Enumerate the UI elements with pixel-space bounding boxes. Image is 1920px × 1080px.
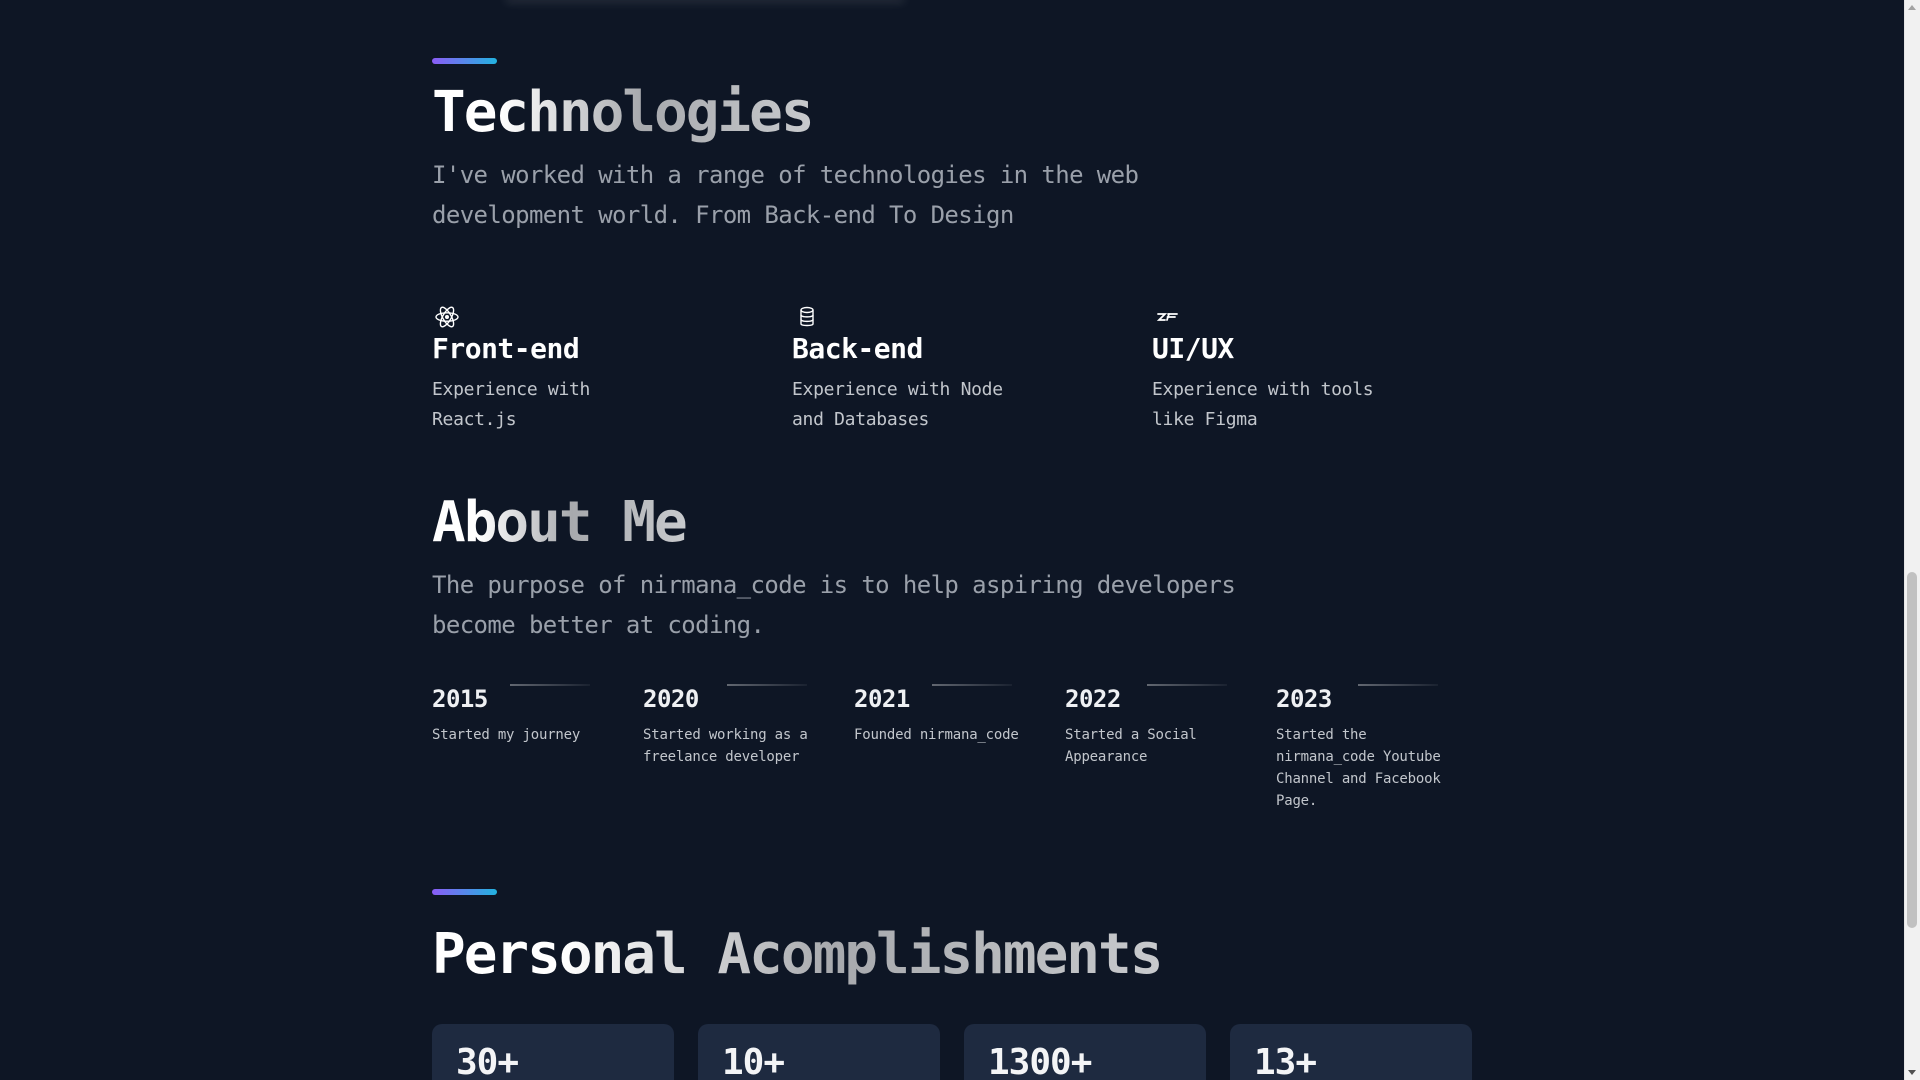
tech-item-backend: Back-end Experience with Node and Databa… bbox=[792, 305, 1112, 435]
about-title: About Me bbox=[432, 488, 688, 558]
about-description: The purpose of nirmana_code is to help a… bbox=[432, 571, 1236, 639]
timeline-connector bbox=[510, 684, 590, 686]
database-icon bbox=[800, 306, 814, 327]
scroll-up-arrow-icon[interactable] bbox=[1908, 5, 1916, 10]
section-divider bbox=[432, 889, 497, 895]
timeline-year: 2023 bbox=[1276, 685, 1332, 713]
tech-title: UI/UX bbox=[1152, 332, 1234, 365]
tech-description: Experience with Node and Databases bbox=[792, 379, 1003, 430]
scrollbar-thumb[interactable] bbox=[1907, 572, 1917, 928]
technologies-title: Technologies bbox=[432, 78, 815, 148]
scroll-down-arrow-icon[interactable] bbox=[1908, 1070, 1916, 1075]
tech-item-frontend: Front-end Experience with React.js bbox=[432, 305, 752, 435]
stat-card: 30+ bbox=[432, 1024, 674, 1080]
timeline-connector bbox=[1358, 684, 1438, 686]
timeline-year: 2021 bbox=[854, 685, 910, 713]
timeline-connector bbox=[932, 684, 1012, 686]
tech-title: Front-end bbox=[432, 332, 580, 365]
tech-description: Experience with React.js bbox=[432, 379, 591, 430]
timeline-item: 2023 Started the nirmana_code Youtube Ch… bbox=[1276, 678, 1476, 812]
section-divider bbox=[432, 58, 497, 64]
stat-value: 1300+ bbox=[988, 1042, 1092, 1080]
timeline-text: Started the nirmana_code Youtube Channel… bbox=[1276, 727, 1441, 809]
react-icon bbox=[435, 306, 459, 328]
stat-value: 10+ bbox=[722, 1042, 785, 1080]
page-scrollbar[interactable] bbox=[1904, 0, 1920, 1080]
tech-title: Back-end bbox=[792, 332, 923, 365]
timeline-item: 2022 Started a Social Appearance bbox=[1065, 678, 1265, 768]
stat-card: 10+ bbox=[698, 1024, 940, 1080]
accomplishments-title: Personal Acomplishments bbox=[432, 920, 1163, 990]
timeline-item: 2015 Started my journey bbox=[432, 678, 632, 746]
tech-description: Experience with tools like Figma bbox=[1152, 379, 1374, 430]
stat-value: 30+ bbox=[456, 1042, 519, 1080]
timeline-year: 2020 bbox=[643, 685, 699, 713]
tech-item-uiux: UI/UX Experience with tools like Figma bbox=[1152, 305, 1472, 435]
timeline-connector bbox=[727, 684, 807, 686]
stat-card: 1300+ bbox=[964, 1024, 1206, 1080]
technologies-description: I've worked with a range of technologies… bbox=[432, 161, 1139, 229]
timeline-text: Founded nirmana_code bbox=[854, 727, 1019, 743]
zeplin-icon bbox=[1156, 313, 1178, 321]
timeline-connector bbox=[1147, 684, 1227, 686]
timeline-item: 2021 Founded nirmana_code bbox=[854, 678, 1054, 746]
stat-value: 13+ bbox=[1254, 1042, 1317, 1080]
timeline-year: 2022 bbox=[1065, 685, 1121, 713]
timeline-year: 2015 bbox=[432, 685, 488, 713]
timeline-text: Started my journey bbox=[432, 727, 581, 743]
timeline-item: 2020 Started working as a freelance deve… bbox=[643, 678, 843, 768]
portfolio-page: Technologies I've worked with a range of… bbox=[0, 0, 1920, 1080]
timeline-text: Started working as a freelance developer bbox=[643, 727, 808, 765]
timeline-text: Started a Social Appearance bbox=[1065, 727, 1197, 765]
stat-card: 13+ bbox=[1230, 1024, 1472, 1080]
